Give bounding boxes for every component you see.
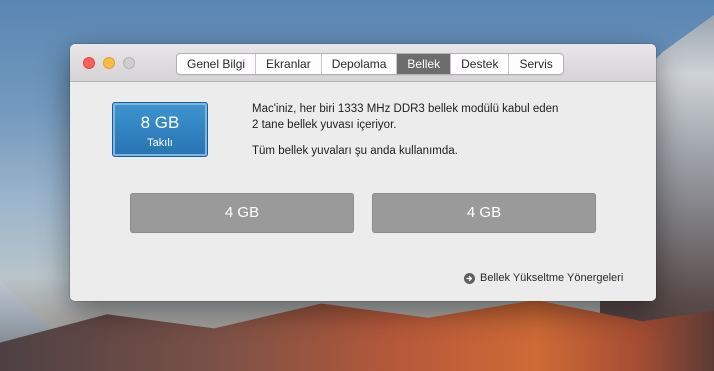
close-button[interactable] [83,57,95,69]
memory-status-label: Takılı [147,137,173,149]
minimize-button[interactable] [103,57,115,69]
slots-status-text: Tüm bellek yuvaları şu anda kullanımda. [252,145,458,157]
memory-description: Mac'iniz, her biri 1333 MHz DDR3 bellek … [252,101,592,159]
tab-destek[interactable]: Destek [450,54,508,74]
memory-panel: 8 GB Takılı Mac'iniz, her biri 1333 MHz … [70,82,656,301]
tab-bellek[interactable]: Bellek [396,54,451,74]
memory-upgrade-link[interactable]: Bellek Yükseltme Yönergeleri [464,271,623,285]
about-this-mac-window: Genel Bilgi Ekranlar Depolama Bellek Des… [70,44,656,301]
memory-total-size: 8 GB [140,113,180,132]
tab-genel-bilgi[interactable]: Genel Bilgi [177,54,255,74]
memory-slots: 4 GB 4 GB [130,193,596,233]
description-line-1: Mac'iniz, her biri 1333 MHz DDR3 bellek … [252,103,559,115]
tab-depolama[interactable]: Depolama [320,54,397,74]
tab-bar: Genel Bilgi Ekranlar Depolama Bellek Des… [176,53,564,75]
tab-ekranlar[interactable]: Ekranlar [255,54,321,74]
arrow-circle-right-icon [464,272,475,284]
description-line-2: 2 tane bellek yuvası içeriyor. [252,119,397,131]
upgrade-link-label: Bellek Yükseltme Yönergeleri [480,272,624,284]
memory-slot-1: 4 GB [130,193,354,233]
window-titlebar[interactable]: Genel Bilgi Ekranlar Depolama Bellek Des… [70,44,656,82]
memory-total-card: 8 GB Takılı [112,102,208,157]
memory-slot-2: 4 GB [372,193,596,233]
zoom-button[interactable] [123,57,135,69]
tab-servis[interactable]: Servis [508,54,562,74]
